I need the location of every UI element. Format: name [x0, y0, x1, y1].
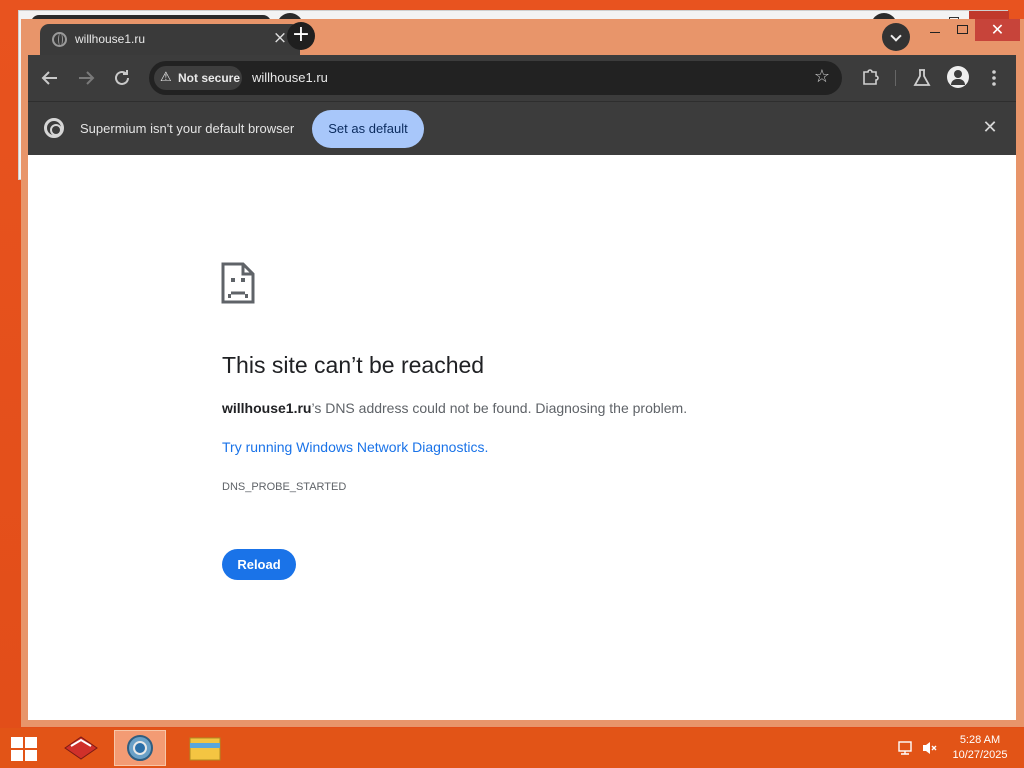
tab-search-button[interactable] [882, 23, 910, 51]
globe-icon [52, 32, 67, 47]
sad-page-icon [221, 262, 255, 304]
new-tab-button[interactable]: + [287, 22, 315, 50]
taskbar-browser-icon[interactable] [114, 730, 166, 766]
taskbar-app-red-icon[interactable] [55, 730, 107, 766]
error-host: willhouse1.ru [222, 400, 312, 416]
windows-start-icon[interactable] [11, 737, 37, 761]
infobar-close-icon[interactable]: ✕ [979, 117, 1001, 139]
taskbar: 5:28 AM 10/27/2025 [0, 728, 1024, 768]
default-browser-infobar: Supermium isn't your default browser Set… [28, 101, 1016, 155]
url-text[interactable]: willhouse1.ru [252, 70, 328, 85]
kebab-menu-icon[interactable] [982, 66, 1006, 90]
set-as-default-button[interactable]: Set as default [312, 110, 424, 148]
security-chip-label: Not secure [178, 71, 241, 85]
clock-date: 10/27/2025 [952, 749, 1008, 761]
reload-icon[interactable] [110, 66, 134, 90]
toolbar-divider [895, 70, 896, 86]
maximize-button[interactable] [949, 19, 975, 41]
taskbar-file-explorer-icon[interactable] [178, 730, 230, 766]
browser-window: willhouse1.ru × + ✕ ⚠ Not secure willhou… [21, 19, 1024, 727]
error-description-text: ’s DNS address could not be found. Diagn… [311, 400, 688, 416]
browser-tab[interactable]: willhouse1.ru × [40, 24, 300, 55]
title-bar: willhouse1.ru × + ✕ [21, 19, 1024, 55]
tab-title: willhouse1.ru [75, 32, 146, 46]
star-icon[interactable]: ☆ [814, 66, 830, 87]
network-diagnostics-link[interactable]: Try running Windows Network Diagnostics. [222, 439, 488, 455]
forward-arrow-icon[interactable] [74, 66, 98, 90]
security-chip[interactable]: ⚠ Not secure [154, 66, 242, 90]
taskbar-clock[interactable]: 5:28 AM 10/27/2025 [944, 733, 1016, 763]
error-code: DNS_PROBE_STARTED [222, 481, 347, 493]
profile-icon[interactable] [947, 66, 969, 88]
navigation-toolbar: ⚠ Not secure willhouse1.ru ☆ [28, 55, 1016, 101]
error-description: willhouse1.ru’s DNS address could not be… [222, 400, 687, 416]
page-content: This site can’t be reached willhouse1.ru… [28, 155, 1016, 720]
infobar-message: Supermium isn't your default browser [80, 121, 295, 136]
flask-icon[interactable] [910, 66, 934, 90]
clock-time: 5:28 AM [959, 734, 1001, 746]
error-title: This site can’t be reached [222, 352, 485, 378]
system-tray [896, 740, 941, 756]
back-arrow-icon[interactable] [38, 66, 62, 90]
puzzle-icon[interactable] [860, 66, 882, 88]
minimize-button[interactable] [921, 19, 949, 41]
address-bar[interactable]: ⚠ Not secure willhouse1.ru ☆ [149, 61, 842, 95]
reload-button[interactable]: Reload [222, 549, 296, 580]
window-close-button[interactable]: ✕ [975, 19, 1020, 41]
warning-icon: ⚠ [160, 69, 172, 84]
browser-logo-icon [44, 118, 64, 138]
